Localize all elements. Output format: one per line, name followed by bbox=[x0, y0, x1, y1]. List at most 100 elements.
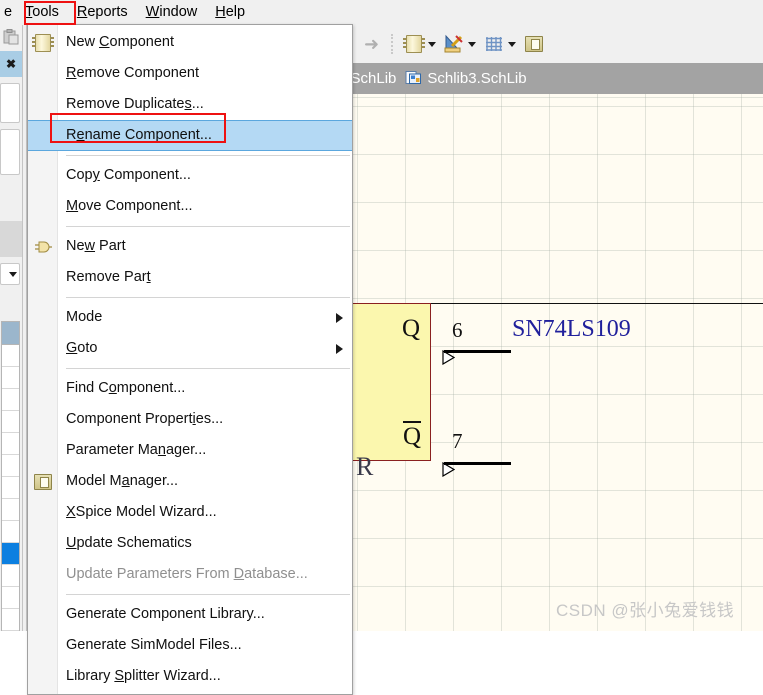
list-item[interactable] bbox=[2, 345, 19, 367]
menu-item-model-manager[interactable]: Model Manager... bbox=[28, 466, 352, 497]
component-top-rule bbox=[431, 303, 763, 304]
menubar-item-tools[interactable]: Tools bbox=[16, 1, 68, 24]
menu-separator bbox=[66, 297, 350, 298]
menu-item-label: Update Schematics bbox=[66, 535, 192, 551]
csdn-watermark: CSDN @张小兔爱钱钱 bbox=[556, 601, 735, 620]
tab-schlib3[interactable]: Schlib3.SchLib bbox=[405, 69, 535, 89]
chevron-down-icon bbox=[9, 271, 17, 277]
list-item[interactable] bbox=[2, 499, 19, 521]
tools-dropdown-menu[interactable]: New Component Remove Component Remove Du… bbox=[27, 24, 353, 695]
list-item[interactable] bbox=[2, 565, 19, 587]
list-item[interactable] bbox=[2, 389, 19, 411]
menu-item-label: Rename Component... bbox=[66, 127, 212, 143]
list-item[interactable] bbox=[2, 367, 19, 389]
menu-item-move-component[interactable]: Move Component... bbox=[28, 191, 352, 222]
menubar-item-help[interactable]: Help bbox=[206, 1, 254, 24]
list-item[interactable] bbox=[2, 455, 19, 477]
panel-library-combobox[interactable] bbox=[0, 263, 20, 285]
paste-icon[interactable] bbox=[3, 28, 20, 48]
panel-toolstrip[interactable] bbox=[0, 25, 22, 49]
gate-icon bbox=[33, 237, 53, 257]
place-component-dropdown-caret-icon[interactable] bbox=[428, 41, 437, 47]
menu-item-label: Goto bbox=[66, 340, 98, 356]
menu-item-label: Find Component... bbox=[66, 380, 186, 396]
menu-item-label: Model Manager... bbox=[66, 473, 179, 489]
menu-item-remove-duplicates[interactable]: Remove Duplicates... bbox=[28, 89, 352, 120]
menu-item-label: Move Component... bbox=[66, 198, 193, 214]
panel-section-divider bbox=[0, 221, 22, 257]
menu-item-new-part[interactable]: New Part bbox=[28, 231, 352, 262]
menu-item-new-component[interactable]: New Component bbox=[28, 27, 352, 58]
list-item[interactable] bbox=[2, 411, 19, 433]
toolbar-separator bbox=[391, 34, 395, 54]
panel-filter-input[interactable] bbox=[0, 129, 20, 175]
pin-7-wire[interactable] bbox=[444, 462, 511, 465]
menu-separator bbox=[66, 594, 350, 595]
menubar-item-clipped[interactable]: e bbox=[2, 1, 16, 24]
menu-item-remove-component[interactable]: Remove Component bbox=[28, 58, 352, 89]
pin-6-number: 6 bbox=[452, 318, 463, 342]
menu-item-find-component[interactable]: Find Component... bbox=[28, 373, 352, 404]
menu-item-label: Component Properties... bbox=[66, 411, 224, 427]
pin-7-number: 7 bbox=[452, 429, 463, 453]
menu-separator bbox=[66, 155, 350, 156]
drawing-tools-dropdown-caret-icon[interactable] bbox=[468, 41, 477, 47]
schematic-canvas[interactable]: Q Q R ) ) ) 6 7 SN74LS109 bbox=[340, 94, 763, 631]
schlib-toolbar[interactable]: ➜ bbox=[353, 25, 763, 63]
menu-item-label: Remove Component bbox=[66, 65, 199, 81]
list-item[interactable] bbox=[2, 433, 19, 455]
panel-search-input[interactable] bbox=[0, 83, 20, 123]
chevron-right-icon bbox=[336, 312, 343, 323]
place-component-icon[interactable] bbox=[402, 32, 426, 56]
menu-item-label: Remove Part bbox=[66, 269, 151, 285]
menu-item-label: XSpice Model Wizard... bbox=[66, 504, 217, 520]
list-item[interactable] bbox=[2, 587, 19, 609]
menu-item-label: New Part bbox=[66, 238, 126, 254]
grid-icon[interactable] bbox=[482, 32, 506, 56]
menu-item-label: Generate SimModel Files... bbox=[66, 637, 242, 653]
part-name-label[interactable]: SN74LS109 bbox=[512, 317, 631, 341]
menubar-item-window[interactable]: Window bbox=[137, 1, 207, 24]
model-manager-icon[interactable] bbox=[522, 32, 546, 56]
close-icon[interactable]: ✖ bbox=[6, 58, 16, 70]
component-symbol-body[interactable]: Q Q bbox=[340, 303, 431, 461]
menu-item-parameter-manager[interactable]: Parameter Manager... bbox=[28, 435, 352, 466]
pin-7-arrow bbox=[431, 462, 455, 477]
document-tabbar[interactable]: 2.SchLib Schlib3.SchLib bbox=[340, 63, 763, 94]
menu-item-label: Library Splitter Wizard... bbox=[66, 668, 221, 684]
sch-library-panel[interactable]: ✖ bbox=[0, 25, 22, 631]
pin-label-q: Q bbox=[401, 315, 420, 342]
pin-6-wire[interactable] bbox=[444, 350, 511, 353]
list-item-selected[interactable] bbox=[2, 543, 19, 565]
grid-header-row[interactable] bbox=[2, 322, 19, 345]
menu-item-generate-component-library[interactable]: Generate Component Library... bbox=[28, 599, 352, 630]
menu-item-xspice-model-wizard[interactable]: XSpice Model Wizard... bbox=[28, 497, 352, 528]
list-item[interactable] bbox=[2, 521, 19, 543]
menu-item-mode[interactable]: Mode bbox=[28, 302, 352, 333]
list-item[interactable] bbox=[2, 609, 19, 631]
menu-item-label: Remove Duplicates... bbox=[66, 96, 204, 112]
pin-6-arrow bbox=[431, 350, 455, 365]
menu-item-remove-part[interactable]: Remove Part bbox=[28, 262, 352, 293]
menu-item-generate-simmodel-files[interactable]: Generate SimModel Files... bbox=[28, 630, 352, 661]
drawing-tools-icon[interactable] bbox=[442, 32, 466, 56]
menu-item-label: New Component bbox=[66, 34, 175, 50]
menu-item-library-splitter-wizard[interactable]: Library Splitter Wizard... bbox=[28, 661, 352, 692]
list-item[interactable] bbox=[2, 477, 19, 499]
menu-item-component-properties[interactable]: Component Properties... bbox=[28, 404, 352, 435]
pin-label-q-bar: Q bbox=[402, 421, 421, 450]
panel-component-grid[interactable] bbox=[1, 321, 20, 631]
menu-item-goto[interactable]: Goto bbox=[28, 333, 352, 364]
forward-arrow-icon[interactable]: ➜ bbox=[359, 35, 384, 53]
menu-item-rename-component[interactable]: Rename Component... bbox=[28, 120, 352, 151]
menu-item-update-schematics[interactable]: Update Schematics bbox=[28, 528, 352, 559]
menu-item-label: Update Parameters From Database... bbox=[66, 566, 308, 582]
tab-schlib3-label: Schlib3.SchLib bbox=[427, 70, 527, 87]
menu-item-label: Copy Component... bbox=[66, 167, 191, 183]
menu-item-label: Mode bbox=[66, 309, 103, 325]
menubar-item-reports[interactable]: Reports bbox=[68, 1, 137, 24]
menu-item-copy-component[interactable]: Copy Component... bbox=[28, 160, 352, 191]
grid-dropdown-caret-icon[interactable] bbox=[508, 41, 517, 47]
menubar[interactable]: e Tools Reports Window Help bbox=[0, 0, 763, 25]
menu-item-label: Parameter Manager... bbox=[66, 442, 207, 458]
